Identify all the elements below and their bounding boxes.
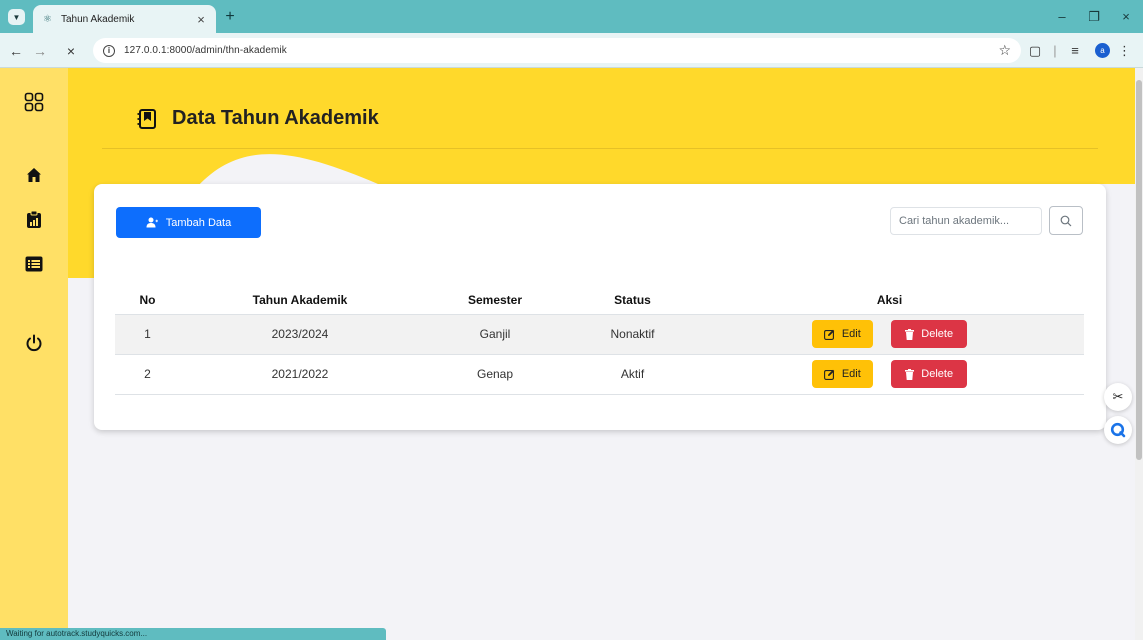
new-tab-plus-icon[interactable]: + [221,8,239,26]
forward-arrow-icon[interactable]: → [31,42,49,60]
header-tahun-akademik: Tahun Akademik [252,292,348,307]
header-semester: Semester [467,292,523,307]
edit-label: Edit [841,328,861,340]
search-button[interactable] [1049,206,1083,235]
edit-pencil-icon [823,329,835,340]
edit-pencil-icon [823,369,835,380]
header-aksi: Aksi [876,292,903,307]
back-arrow-icon[interactable]: ← [7,42,25,60]
toolbar-separator: | [1053,43,1057,58]
scissors-tool-icon[interactable]: ✂ [1104,383,1132,411]
page-title: Data Tahun Akademik [172,107,379,129]
table-row: 1 2023/2024 Ganjil Nonaktif Edit Delete [115,313,1084,355]
cell-semester: Ganjil [420,313,570,355]
reading-list-icon[interactable]: ≡ [1067,42,1083,60]
stop-loading-icon[interactable]: × [62,42,80,60]
dashboard-grid-icon[interactable] [24,92,44,112]
edit-button[interactable]: Edit [811,360,873,388]
address-bar[interactable]: i 127.0.0.1:8000/admin/thn-akademik ☆ [93,38,1021,63]
browser-menu-icon[interactable]: ⋮ [1118,42,1131,60]
table-row: 2 2021/2022 Genap Aktif Edit Delete [115,354,1084,395]
delete-button[interactable]: Delete [891,360,968,388]
trash-icon [905,368,915,380]
add-data-button[interactable]: Tambah Data [116,207,261,238]
sidebar [0,68,68,640]
list-icon[interactable] [24,254,44,274]
tab-favicon-icon: ⚛ [43,13,52,25]
user-plus-icon [146,217,158,228]
clipboard-chart-icon[interactable] [24,209,44,229]
edit-label: Edit [841,368,861,380]
cell-status: Aktif [570,354,695,395]
search-icon [1060,215,1072,226]
cell-no: 2 [115,354,180,395]
browser-toolbar: ← → × i 127.0.0.1:8000/admin/thn-akademi… [0,33,1143,68]
cell-semester: Genap [420,354,570,395]
delete-label: Delete [921,328,954,340]
home-icon[interactable] [24,165,44,185]
site-info-icon[interactable]: i [103,44,115,57]
header-status: Status [614,292,651,307]
cell-status: Nonaktif [570,313,695,355]
tab-title: Tahun Akademik [61,13,135,25]
power-logout-icon[interactable] [24,333,44,353]
browser-tab-bar: ▼ ⚛ Tahun Akademik × + – ❐ × [0,0,1143,33]
address-book-icon [137,108,156,129]
page-header: Data Tahun Akademik [136,107,379,130]
page-scrollbar-thumb[interactable] [1136,80,1142,460]
tab-close-icon[interactable]: × [194,13,208,26]
cell-actions: Edit Delete [695,354,1084,395]
add-data-label: Tambah Data [165,216,232,229]
cell-actions: Edit Delete [695,313,1084,355]
bookmark-star-icon[interactable]: ☆ [998,42,1011,59]
extensions-puzzle-icon[interactable]: ▢ [1027,42,1043,60]
assistant-q-icon[interactable] [1104,416,1132,444]
cell-tahun: 2023/2024 [180,313,420,355]
url-text[interactable]: 127.0.0.1:8000/admin/thn-akademik [124,45,287,56]
cell-tahun: 2021/2022 [180,354,420,395]
delete-label: Delete [921,368,954,380]
header-no: No [139,292,156,307]
profile-avatar[interactable]: a [1095,43,1110,58]
edit-button[interactable]: Edit [811,320,873,348]
window-close-icon[interactable]: × [1115,8,1137,26]
trash-icon [905,328,915,340]
restore-icon[interactable]: ❐ [1083,8,1105,26]
tahun-akademik-table: No Tahun Akademik Semester Status Aksi 1… [115,286,1084,395]
cell-no: 1 [115,313,180,355]
delete-button[interactable]: Delete [891,320,968,348]
table-header-row: No Tahun Akademik Semester Status Aksi [115,286,1084,314]
browser-tab[interactable]: ⚛ Tahun Akademik × [33,5,216,33]
browser-status-bar: Waiting for autotrack.studyquicks.com... [0,628,386,640]
tab-search-chevron-icon[interactable]: ▼ [8,9,25,25]
minimize-icon[interactable]: – [1051,8,1073,26]
search-input[interactable] [890,207,1042,235]
title-divider [102,148,1098,149]
